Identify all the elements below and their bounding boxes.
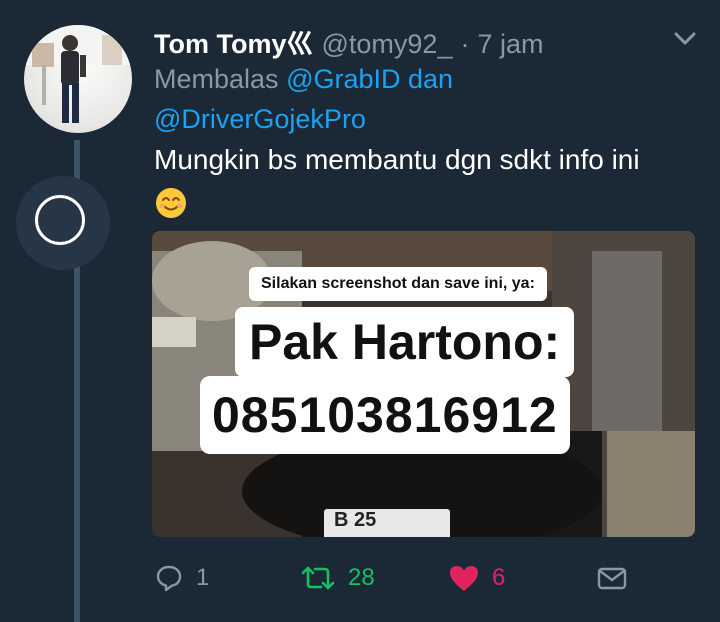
reply-indicator-icon	[35, 195, 85, 245]
mention-grabid[interactable]: @GrabID	[286, 64, 400, 94]
author-name[interactable]: Tom Tomy⼮	[154, 22, 314, 61]
direct-message-button[interactable]	[596, 560, 628, 596]
heart-icon	[450, 566, 478, 591]
image-caption-instruction: Silakan screenshot dan save ini, ya:	[249, 267, 547, 301]
tweet-time[interactable]: 7 jam	[477, 29, 543, 60]
reply-button[interactable]: 1	[154, 560, 209, 596]
like-count: 6	[492, 564, 506, 591]
replying-to-label: Membalas	[154, 64, 279, 94]
mention-drivergojekpro[interactable]: @DriverGojekPro	[154, 104, 366, 134]
like-button[interactable]: 6	[448, 560, 505, 596]
smiling-face-icon	[156, 188, 186, 218]
replying-to-connector: dan	[408, 64, 454, 94]
retweet-button[interactable]: 28	[300, 560, 375, 596]
reply-count: 1	[196, 564, 210, 591]
reply-icon	[156, 565, 182, 592]
replying-to-continued: @DriverGojekPro	[154, 104, 366, 135]
image-caption-phone: 085103816912	[200, 376, 570, 454]
author-handle[interactable]: @tomy92_	[322, 29, 453, 60]
tweet-text: Mungkin bs membantu dgn sdkt info ini	[154, 144, 640, 175]
avatar-photo	[24, 25, 132, 123]
tweet-header: Tom Tomy⼮ @tomy92_ · 7 jam	[154, 22, 674, 59]
chevron-down-icon[interactable]	[672, 30, 698, 48]
avatar[interactable]	[24, 25, 132, 133]
retweet-icon	[301, 566, 335, 590]
tweet-actions: 1 28 6	[152, 560, 692, 596]
retweet-count: 28	[348, 564, 375, 591]
image-caption-name: Pak Hartono:	[235, 307, 575, 377]
reply-indicator	[16, 176, 110, 270]
envelope-icon	[597, 567, 627, 590]
separator-dot: ·	[460, 29, 470, 59]
tweet-image[interactable]: Silakan screenshot dan save ini, ya: Pak…	[152, 231, 695, 537]
license-plate: B 25	[324, 509, 450, 537]
replying-to: Membalas @GrabID dan	[154, 64, 453, 95]
